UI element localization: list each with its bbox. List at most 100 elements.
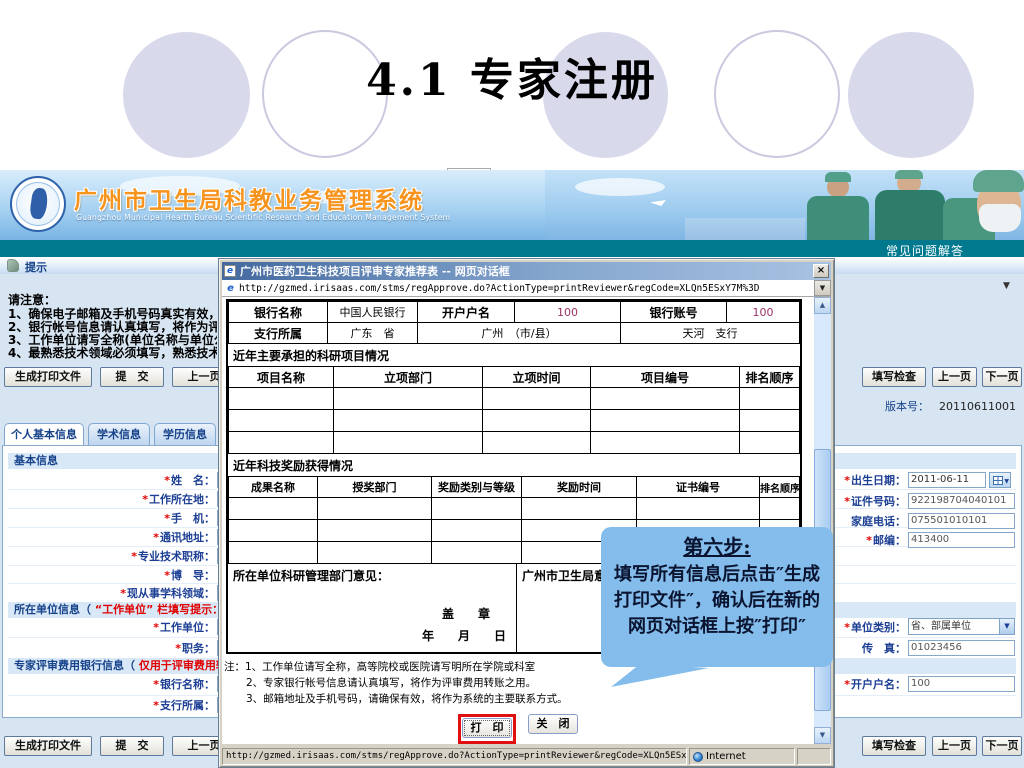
empty-cell (636, 497, 760, 520)
airplane-shape (650, 200, 666, 206)
dialog-content: 银行名称 中国人民银行 开户户名 100 银行账号 100 支行所属 广东 省 … (222, 297, 814, 744)
title-label: *专业技术职称： (131, 550, 215, 563)
tab-personal-info[interactable]: 个人基本信息 (4, 423, 84, 445)
id-number-input[interactable]: 922198704040101 (908, 493, 1015, 509)
empty-cell (228, 387, 334, 410)
slide-page: 4.1 专家注册 广州市卫生局科教业务管理系统 Guangzhou Munici… (0, 0, 1024, 768)
system-banner: 广州市卫生局科教业务管理系统 Guangzhou Municipal Healt… (0, 170, 1024, 240)
bank-name-value: 中国人民银行 (327, 301, 418, 323)
col-header: 成果名称 (228, 476, 318, 498)
submit-button[interactable]: 提 交 (100, 736, 164, 756)
collapse-arrow-icon[interactable]: ▼ (1003, 281, 1010, 291)
empty-cell (228, 409, 334, 432)
cloud-shape (575, 178, 665, 196)
note-line: 3、邮箱地址及手机号码，请确保有效，将作为系统的主要联系方式。 (246, 693, 568, 705)
unit-opinion-cell: 所在单位科研管理部门意见： 盖 章 年 月 日 (228, 564, 517, 652)
empty-cell (482, 431, 591, 454)
empty-cell (317, 519, 432, 542)
empty-cell (228, 497, 318, 520)
col-header: 奖励时间 (521, 476, 637, 498)
dialog-title: 广州市医药卫生科技项目评审专家推荐表 -- 网页对话框 (240, 265, 510, 278)
col-header: 项目编号 (590, 366, 740, 388)
empty-cell (590, 431, 740, 454)
status-url: http://gzmed.irisaas.com/stms/regApprove… (222, 748, 687, 765)
surgeon-body (875, 190, 945, 240)
surgeon-body (807, 196, 869, 240)
step-callout: 第六步: 填写所有信息后点击″生成打印文件″，确认后在新的网页对话框上按″打印″ (601, 527, 833, 667)
col-header: 排名顺序 (739, 366, 800, 388)
name-label: *姓 名： (164, 474, 215, 487)
branch-label: *支行所属： (153, 699, 215, 712)
note-line: 2、专家银行帐号信息请认真填写，将作为评审费用转账之用。 (246, 677, 537, 689)
col-header: 立项时间 (482, 366, 591, 388)
col-header: 项目名称 (228, 366, 334, 388)
projects-section-title: 近年主要承担的科研项目情况 (233, 349, 390, 363)
position-label: *职务： (175, 642, 215, 655)
check-button[interactable]: 填写检查 (862, 367, 926, 387)
nurse-cap (973, 170, 1024, 192)
buildings-shape (685, 218, 805, 240)
highlight-ring: 打 印 (458, 714, 516, 744)
banner-photo (545, 170, 1024, 240)
dialog-title-bar[interactable]: e 广州市医药卫生科技项目评审专家推荐表 -- 网页对话框 × (222, 262, 831, 280)
zone-label: Internet (706, 751, 746, 762)
version-value: 20110611001 (939, 400, 1016, 413)
prev-page-button[interactable]: 上一页 (932, 367, 977, 387)
mobile-label: *手 机： (164, 512, 215, 525)
bank-name-header: 银行名称 (228, 301, 328, 323)
branch-header: 支行所属 (228, 322, 328, 344)
doctoral-supervisor-label: *博 导： (164, 569, 215, 582)
empty-cell (590, 387, 740, 410)
empty-cell (228, 431, 334, 454)
tab-education-info[interactable]: 学历信息 (154, 423, 216, 445)
print-button[interactable]: 打 印 (462, 718, 512, 738)
scroll-down-icon[interactable]: ▼ (814, 727, 831, 744)
projects-table: 项目名称 立项部门 立项时间 项目编号 排名顺序 (228, 366, 800, 454)
logo-emblem-shape (28, 187, 50, 220)
empty-cell (333, 387, 483, 410)
tab-academic-info[interactable]: 学术信息 (88, 423, 150, 445)
generate-print-button[interactable]: 生成打印文件 (4, 736, 92, 756)
close-icon[interactable]: × (813, 264, 829, 278)
bank-info-table: 银行名称 中国人民银行 开户户名 100 银行账号 100 支行所属 广东 省 … (228, 301, 800, 344)
home-phone-input[interactable]: 075501010101 (908, 513, 1015, 529)
birth-date-input[interactable]: 2011-06-11 (908, 472, 986, 488)
empty-cell (590, 409, 740, 432)
empty-cell (431, 519, 522, 542)
status-zone: Internet (689, 748, 795, 765)
scroll-up-icon[interactable]: ▲ (814, 297, 831, 314)
calendar-icon[interactable]: ▼ (989, 472, 1011, 488)
close-button[interactable]: 关 闭 (528, 714, 578, 734)
empty-cell (317, 541, 432, 564)
dialog-url[interactable]: http://gzmed.irisaas.com/stms/regApprove… (239, 283, 814, 294)
next-page-button[interactable]: 下一页 (982, 367, 1022, 387)
work-unit-label: *工作单位： (153, 621, 215, 634)
globe-icon (693, 751, 703, 762)
version-label: 版本号： (885, 400, 930, 413)
empty-cell (228, 541, 318, 564)
dialog-scrollbar[interactable]: ▲ ▼ (814, 297, 831, 744)
branch-province: 广东 省 (327, 322, 418, 344)
submit-button[interactable]: 提 交 (100, 367, 164, 387)
account-number-header: 银行账号 (620, 301, 727, 323)
postcode-input[interactable]: 413400 (908, 532, 1015, 548)
col-header: 证书编号 (636, 476, 760, 498)
tip-panel-title: 提示 (25, 261, 47, 274)
unit-type-select[interactable]: 省、部属单位 ▼ (908, 618, 1015, 635)
empty-cell (482, 387, 591, 410)
callout-step-title: 第六步: (683, 535, 751, 559)
col-header: 排名顺序 (759, 476, 800, 498)
prev-page-button[interactable]: 上一页 (932, 736, 977, 756)
check-button[interactable]: 填写检查 (862, 736, 926, 756)
fax-input[interactable]: 01023456 (908, 640, 1015, 656)
empty-cell (228, 519, 318, 542)
chevron-down-icon[interactable]: ▼ (999, 619, 1014, 634)
system-subtitle: Guangzhou Municipal Health Bureau Scient… (76, 213, 451, 222)
account-name-input[interactable]: 100 (908, 676, 1015, 692)
empty-cell (739, 409, 800, 432)
chevron-down-icon[interactable]: ▼ (814, 280, 831, 296)
generate-print-button[interactable]: 生成打印文件 (4, 367, 92, 387)
empty-cell (482, 409, 591, 432)
account-number-value: 100 (726, 301, 800, 323)
next-page-button[interactable]: 下一页 (982, 736, 1022, 756)
